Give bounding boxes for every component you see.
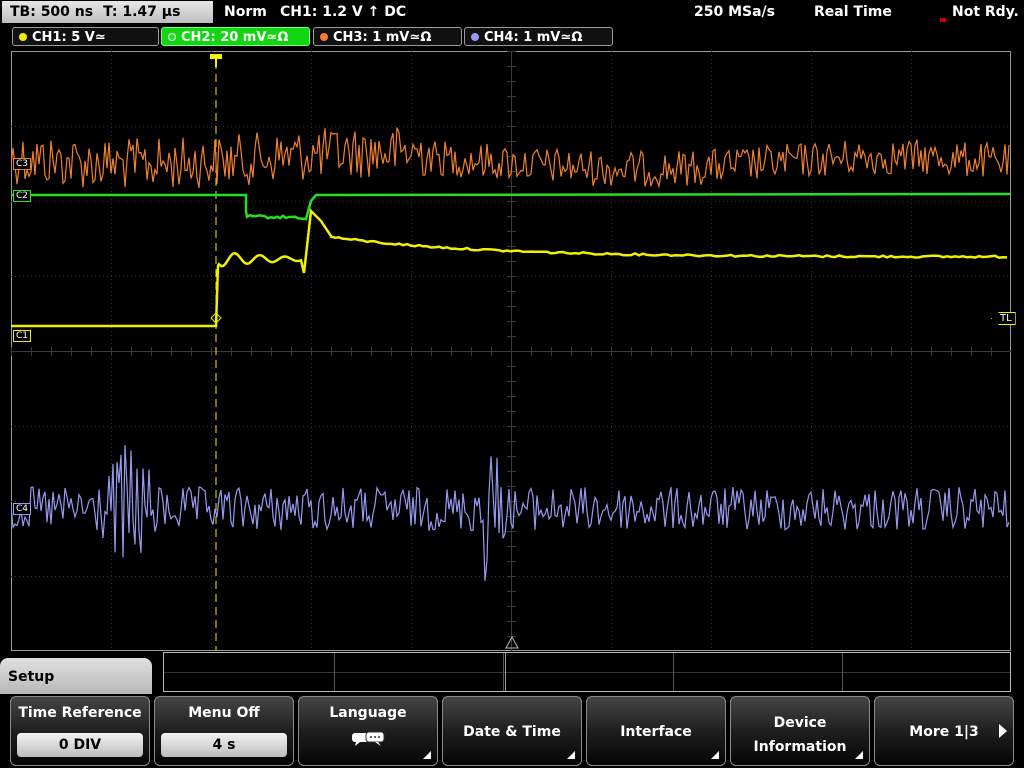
ch4-offset-label[interactable]: C4: [13, 503, 32, 515]
device-information-label: Device Information: [731, 711, 869, 759]
submenu-indicator-icon: [567, 751, 575, 759]
overview-grid-line: [334, 653, 335, 691]
device-information-line1: Device: [773, 715, 827, 731]
ch1-label: CH1: 5 V≃: [32, 30, 106, 45]
interface-button[interactable]: Interface: [586, 696, 726, 766]
date-time-label: Date & Time: [463, 724, 561, 740]
ch1-color-dot: [19, 33, 27, 41]
menu-off-label: Menu Off: [188, 705, 260, 721]
status-bar: TB: 500 ns T: 1.47 µs Norm CH1: 1.2 V ↑ D…: [0, 0, 1024, 26]
next-page-arrow-icon: [999, 724, 1007, 738]
overview-center-line: [164, 672, 1010, 673]
tab-ch4[interactable]: CH4: 1 mV≃Ω: [464, 27, 613, 46]
submenu-indicator-icon: [855, 751, 863, 759]
tab-ch1[interactable]: CH1: 5 V≃: [12, 27, 159, 46]
ch2-color-dot: [168, 33, 176, 41]
ch3-label: CH3: 1 mV≃Ω: [333, 30, 432, 45]
softkey-bar: Time Reference 0 DIV Menu Off 4 s Langua…: [0, 696, 1024, 768]
ch1-offset-label[interactable]: C1: [13, 330, 32, 342]
ch4-color-dot: [471, 33, 479, 41]
overview-grid-line: [503, 653, 504, 691]
overview-grid-line: [842, 653, 843, 691]
ch3-color-dot: [320, 33, 328, 41]
waveform-canvas: [11, 51, 1011, 651]
overview-grid-line: [673, 653, 674, 691]
acquisition-mode: Real Time: [814, 4, 892, 20]
time-reference-label: Time Reference: [18, 705, 142, 721]
more-button[interactable]: More 1|3: [874, 696, 1014, 766]
time-reference-button[interactable]: Time Reference 0 DIV: [10, 696, 150, 766]
tab-ch3[interactable]: CH3: 1 mV≃Ω: [313, 27, 462, 46]
ch2-offset-label[interactable]: C2: [13, 190, 32, 202]
menu-off-value: 4 s: [161, 733, 287, 757]
time-reference-value: 0 DIV: [17, 733, 143, 757]
sample-rate: 250 MSa/s: [694, 4, 776, 20]
speech-bubble-icon: [352, 731, 385, 746]
timebase-box[interactable]: TB: 500 ns T: 1.47 µs: [2, 1, 213, 23]
language-label: Language: [329, 705, 407, 721]
submenu-indicator-icon: [711, 751, 719, 759]
menu-title: Setup: [0, 658, 152, 694]
trigger-mode[interactable]: Norm: [224, 4, 267, 20]
menu-off-button[interactable]: Menu Off 4 s: [154, 696, 294, 766]
waveform-display[interactable]: C3 C2 C1 C4 TL: [11, 51, 1016, 651]
overview-reference-line: [505, 653, 506, 691]
more-label: More 1|3: [909, 724, 979, 740]
device-information-button[interactable]: Device Information: [730, 696, 870, 766]
tab-ch2[interactable]: CH2: 20 mV≃Ω: [161, 27, 310, 46]
submenu-indicator-icon: [423, 751, 431, 759]
channel-tabs: CH1: 5 V≃ CH2: 20 mV≃Ω CH3: 1 mV≃Ω CH4: …: [0, 27, 1024, 48]
device-information-line2: Information: [753, 739, 847, 755]
ch2-label: CH2: 20 mV≃Ω: [181, 30, 289, 45]
trigger-state: Not Rdy.: [952, 4, 1019, 20]
not-ready-indicator: [940, 18, 946, 22]
timebase-value: TB: 500 ns: [10, 4, 94, 20]
trigger-time-value: T: 1.47 µs: [103, 4, 181, 20]
interface-label: Interface: [620, 724, 692, 740]
date-time-button[interactable]: Date & Time: [442, 696, 582, 766]
language-button[interactable]: Language: [298, 696, 438, 766]
ch3-offset-label[interactable]: C3: [13, 158, 32, 170]
trigger-info[interactable]: CH1: 1.2 V ↑ DC: [280, 4, 406, 20]
overview-bar: [163, 652, 1011, 692]
ch4-label: CH4: 1 mV≃Ω: [484, 30, 583, 45]
